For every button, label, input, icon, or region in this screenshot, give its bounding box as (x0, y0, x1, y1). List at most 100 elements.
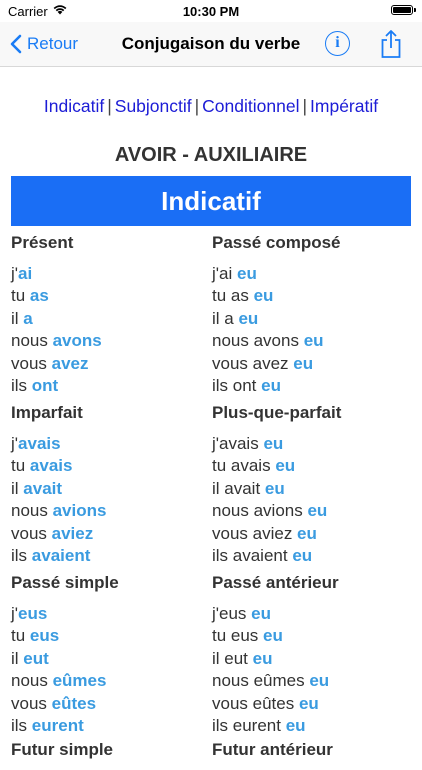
conjugation-ending: eut (23, 648, 49, 668)
conjugation-stem: vous (11, 693, 52, 713)
conjugation-ending: ai (18, 264, 33, 283)
conjugation-row: j'ai (11, 263, 206, 285)
conjugation-row: ils avaient (11, 545, 206, 567)
conjugation-stem: vous (11, 523, 52, 543)
conjugation-stem: tu (11, 626, 30, 646)
conjugation-ending: avais (18, 434, 61, 453)
conjugation-stem: vous eûtes (212, 693, 299, 713)
conjugation-ending: eu (293, 353, 314, 373)
tense-name: Passé simple (11, 573, 119, 592)
link-imperatif[interactable]: Impératif (310, 96, 378, 116)
conjugation-ending: eus (18, 604, 48, 623)
conjugation-row: tu eus (11, 625, 206, 647)
conjugation-stem: j' (11, 264, 19, 283)
separator: | (302, 96, 308, 116)
conjugation-row: ils avaient eu (212, 545, 407, 567)
mood-links: Indicatif | Subjonctif | Conditionnel | Impéra… (0, 96, 422, 117)
conjugation-row: nous eûmes eu (212, 670, 407, 692)
conjugation-row: il eut eu (212, 648, 407, 670)
conjugation-ending: eurent (31, 715, 84, 735)
conjugation-ending: eu (236, 264, 257, 283)
conjugation-stem: j'ai (212, 264, 237, 283)
tense-block: Futur simple (11, 740, 206, 770)
conjugation-ending: eu (263, 626, 283, 646)
conjugation-stem: il (11, 648, 24, 668)
conjugation-row: nous avons eu (212, 330, 407, 352)
conjugation-row: j'avais eu (212, 433, 407, 455)
conjugation-row: tu avais eu (212, 455, 407, 477)
conjugation-stem: il (11, 308, 24, 328)
conjugation-stem: il avait (212, 478, 265, 498)
tense-block: Passé simple j'eus tu eus il eut nous eûmes v… (11, 573, 206, 737)
conjugation-stem: ils ont (212, 375, 262, 395)
info-button[interactable]: i (325, 31, 350, 56)
conjugation-ending: as (29, 286, 49, 306)
conjugation-row: nous avions eu (212, 500, 407, 522)
conjugation-row: il a (11, 308, 206, 330)
conjugation-row: nous eûmes (11, 670, 206, 692)
conjugation-ending: eu (298, 693, 319, 713)
conjugation-stem: nous (11, 331, 53, 351)
tense-block: Futur antérieur (212, 740, 407, 770)
back-button[interactable]: Retour (10, 31, 78, 57)
conjugation-ending: eu (252, 648, 273, 668)
link-conditionnel[interactable]: Conditionnel (202, 96, 299, 116)
conjugation-row: il eut (11, 648, 206, 670)
tense-name: Futur antérieur (212, 740, 333, 759)
conjugation-ending: eu (263, 434, 284, 453)
tense-name: Passé composé (212, 233, 341, 252)
conjugation-stem: vous (11, 353, 52, 373)
conjugation-row: j'eus eu (212, 603, 407, 625)
conjugation-stem: j'avais (212, 434, 264, 453)
conjugation-row: il avait eu (212, 478, 407, 500)
conjugation-stem: j'eus (212, 604, 252, 623)
conjugation-stem: il eut (212, 648, 253, 668)
conjugation-ending: avions (52, 501, 107, 521)
conjugation-row: vous eûtes eu (212, 693, 407, 715)
conjugation-stem: j' (11, 604, 19, 623)
conjugation-stem: tu (11, 286, 30, 306)
conjugation-stem: nous avions (212, 501, 308, 521)
conjugation-row: vous avez (11, 353, 206, 375)
separator: | (107, 96, 112, 116)
verb-title: AVOIR - AUXILIAIRE (114, 144, 308, 166)
conjugation-stem: ils (11, 545, 32, 565)
conjugation-ending: eu (309, 671, 330, 691)
conjugation-stem: ils avaient (212, 545, 293, 565)
tense-block: Plus-que-parfait j'avais eu tu avais eu il … (212, 403, 407, 567)
conjugation-ending: eu (253, 286, 274, 306)
conjugation-ending: eu (307, 501, 328, 521)
share-button[interactable] (379, 29, 403, 64)
conjugation-stem: j' (11, 434, 19, 453)
tense-name: Présent (11, 233, 74, 252)
status-bar: Carrier 10:30 PM (0, 0, 422, 22)
conjugation-stem: tu eus (212, 626, 264, 646)
tense-block: Passé antérieur j'eus eu tu eus eu il eut e… (212, 573, 407, 737)
status-time: 10:30 PM (182, 4, 240, 19)
conjugation-stem: tu (11, 456, 30, 476)
conjugation-row: nous avons (11, 330, 206, 352)
tense-name: Futur simple (11, 740, 114, 759)
conjugation-row: j'avais (11, 433, 206, 455)
conjugation-ending: eu (292, 545, 313, 565)
conjugation-stem: il a (212, 308, 239, 328)
conjugation-stem: nous avons (212, 331, 304, 351)
separator: | (194, 96, 200, 116)
tense-name: Passé antérieur (212, 573, 339, 592)
chevron-left-icon (10, 34, 22, 54)
conjugation-row: ils ont (11, 375, 206, 397)
conjugation-stem: ils (11, 715, 32, 735)
conjugation-ending: eu (238, 308, 259, 328)
conjugation-row: vous aviez eu (212, 523, 407, 545)
conjugation-ending: avais (29, 456, 73, 476)
conjugation-stem: nous (11, 671, 53, 691)
conjugation-stem: ils eurent (212, 715, 286, 735)
conjugation-row: j'ai eu (212, 263, 407, 285)
conjugation-ending: avait (23, 478, 63, 498)
link-indicatif[interactable]: Indicatif (44, 96, 104, 116)
conjugation-row: ils ont eu (212, 375, 407, 397)
conjugation-ending: eu (297, 523, 317, 543)
conjugation-ending: eu (264, 478, 285, 498)
link-subjonctif[interactable]: Subjonctif (115, 96, 192, 116)
conjugation-stem: tu as (212, 286, 254, 306)
